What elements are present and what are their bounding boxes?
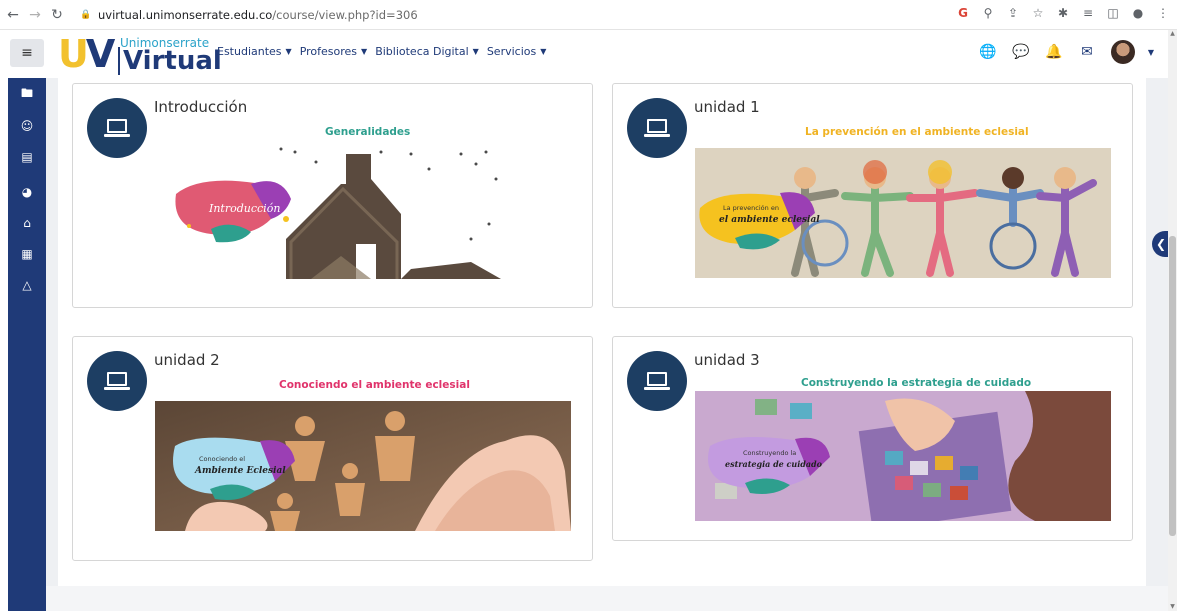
menu-biblioteca-digital[interactable]: Biblioteca Digital ▼ — [375, 45, 479, 58]
profile-icon[interactable]: ● — [1130, 5, 1146, 21]
menu-estudiantes[interactable]: Estudiantes ▼ — [217, 45, 292, 58]
caret-down-icon: ▼ — [540, 47, 547, 56]
folder-icon[interactable]: 🖿 — [17, 86, 37, 102]
dashboard-gauge-icon[interactable]: ◕ — [17, 184, 37, 200]
chevron-left-icon: ❮ — [1155, 237, 1167, 251]
banner-text-bottom: el ambiente eclesial — [719, 215, 820, 225]
section-title[interactable]: unidad 3 — [694, 351, 760, 369]
banner-text-bottom: Ambiente Eclesial — [194, 466, 286, 476]
banner-text-top: La prevención en — [723, 204, 779, 212]
menu-servicios[interactable]: Servicios ▼ — [487, 45, 547, 58]
site-navbar: ≡ UV Unimonserrate Virtual Estudiantes ▼ … — [0, 30, 1168, 78]
section-image[interactable]: Introducción — [171, 144, 505, 279]
bookmark-star-icon[interactable]: ☆ — [1030, 5, 1046, 21]
avatar[interactable] — [1111, 40, 1135, 64]
envelope-icon[interactable]: ✉ — [1078, 43, 1096, 61]
laptop-icon — [627, 98, 687, 158]
logo-mark: UV — [58, 32, 115, 76]
share-icon[interactable]: ⇪ — [1005, 5, 1021, 21]
user-menu-caret-icon[interactable]: ▼ — [1142, 43, 1160, 61]
section-card-unidad-1: unidad 1 La prevención en el ambiente ec… — [612, 83, 1133, 308]
reading-list-icon[interactable]: ≡ — [1080, 5, 1096, 21]
left-drawer: 🖿 ☺ ▤ ◕ ⌂ ▦ △ — [8, 78, 46, 611]
site-logo[interactable]: UV Unimonserrate Virtual — [58, 32, 222, 76]
zoom-icon[interactable]: ⚲ — [980, 5, 996, 21]
home-icon[interactable]: ⌂ — [17, 215, 37, 231]
browser-toolbar: ← → ↻ 🔒 uvirtual.unimonserrate.edu.co /c… — [0, 0, 1177, 30]
section-subtitle: Construyendo la estrategia de cuidado — [801, 377, 1032, 389]
laptop-icon — [87, 98, 147, 158]
banner-text-top: Conociendo el — [199, 455, 245, 463]
url-host: uvirtual.unimonserrate.edu.co — [98, 8, 273, 22]
graduation-cap-icon[interactable]: △ — [17, 277, 37, 293]
section-card-introduccion: Introducción Generalidades Introducción — [72, 83, 593, 308]
section-card-unidad-3: unidad 3 Construyendo la estrategia de c… — [612, 336, 1133, 541]
primary-menu: Estudiantes ▼ Profesores ▼ Biblioteca Digi… — [217, 45, 554, 58]
back-icon[interactable]: ← — [4, 6, 22, 24]
section-card-unidad-2: unidad 2 Conociendo el ambiente eclesial — [72, 336, 593, 561]
chat-bubble-icon[interactable]: 💬 — [1012, 43, 1030, 61]
calendar-icon[interactable]: ▦ — [17, 246, 37, 262]
scroll-up-icon[interactable]: ▲ — [1168, 30, 1177, 38]
section-subtitle: La prevención en el ambiente eclesial — [805, 126, 1029, 138]
section-image[interactable]: Construyendo la estrategia de cuidado — [695, 391, 1111, 521]
banner-text-top: Construyendo la — [743, 449, 796, 457]
caret-down-icon: ▼ — [361, 47, 368, 56]
address-bar[interactable]: 🔒 uvirtual.unimonserrate.edu.co /course/… — [80, 4, 880, 26]
caret-down-icon: ▼ — [472, 47, 479, 56]
menu-profesores[interactable]: Profesores ▼ — [300, 45, 368, 58]
extensions-icon[interactable]: ✱ — [1055, 5, 1071, 21]
participants-icon[interactable]: ☺ — [17, 118, 37, 134]
logo-title: Virtual — [118, 47, 222, 75]
notification-bell-icon[interactable]: 🔔 — [1045, 43, 1063, 61]
section-image[interactable]: Conociendo el Ambiente Eclesial — [155, 401, 571, 531]
section-title[interactable]: unidad 1 — [694, 98, 760, 116]
laptop-icon — [87, 351, 147, 411]
page-scrollbar[interactable]: ▲ ▼ — [1168, 30, 1177, 611]
scroll-down-icon[interactable]: ▼ — [1168, 603, 1177, 611]
section-title[interactable]: Introducción — [154, 98, 247, 116]
lock-icon: 🔒 — [80, 10, 92, 20]
forward-icon[interactable]: → — [26, 6, 44, 24]
chrome-menu-icon[interactable]: ⋮ — [1155, 5, 1171, 21]
grades-book-icon[interactable]: ▤ — [17, 149, 37, 165]
footer-pattern — [46, 586, 1168, 611]
laptop-icon — [627, 351, 687, 411]
scroll-thumb[interactable] — [1169, 236, 1176, 536]
url-path: /course/view.php?id=306 — [272, 8, 418, 22]
side-panel-icon[interactable]: ◫ — [1105, 5, 1121, 21]
globe-language-icon[interactable]: 🌐 — [979, 43, 997, 61]
section-image[interactable]: La prevención en el ambiente eclesial — [695, 148, 1111, 278]
hamburger-menu-button[interactable]: ≡ — [10, 39, 44, 67]
section-subtitle: Conociendo el ambiente eclesial — [279, 379, 470, 391]
banner-text: Introducción — [208, 202, 280, 215]
reload-icon[interactable]: ↻ — [48, 6, 66, 24]
caret-down-icon: ▼ — [285, 47, 292, 56]
banner-text-bottom: estrategia de cuidado — [725, 459, 823, 469]
section-subtitle: Generalidades — [325, 126, 411, 138]
section-title[interactable]: unidad 2 — [154, 351, 220, 369]
google-icon[interactable]: G — [955, 5, 971, 21]
